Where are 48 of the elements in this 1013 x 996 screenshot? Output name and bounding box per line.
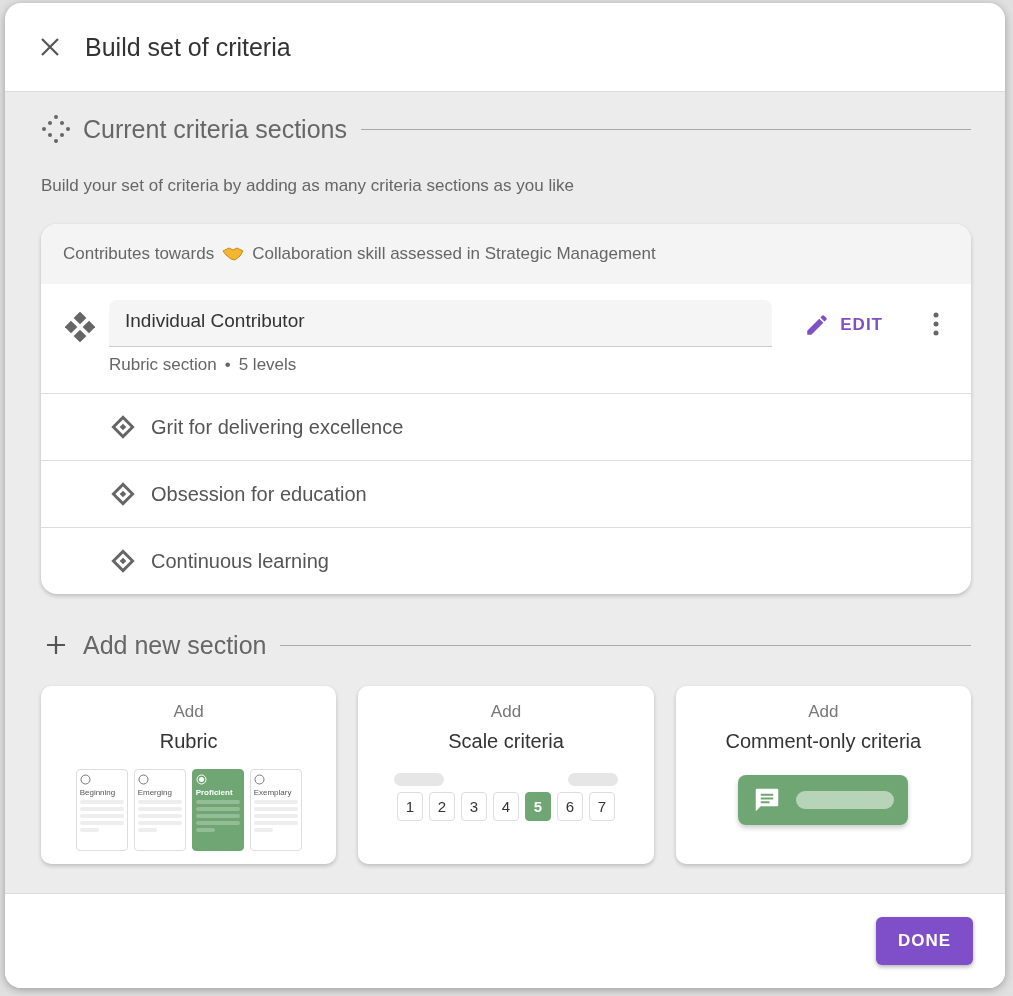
level-label: Beginning (79, 788, 116, 797)
scale-number: 6 (557, 792, 583, 821)
card-prefix: Add (490, 702, 522, 722)
scale-number: 3 (461, 792, 487, 821)
card-prefix: Add (173, 702, 204, 722)
diamond-icon (109, 413, 137, 441)
done-button[interactable]: DONE (875, 917, 973, 965)
separator-dot: • (224, 355, 231, 375)
section-type: Rubric section (109, 355, 217, 375)
scale-number: 7 (589, 792, 615, 821)
add-section-card[interactable]: Add Comment-only criteria (675, 686, 971, 864)
dialog-title: Build set of criteria (85, 32, 291, 62)
card-title: Rubric (159, 730, 218, 753)
levels-count: 5 levels (238, 355, 297, 375)
level-label: Emerging (137, 788, 172, 797)
edit-button[interactable]: EDIT (796, 300, 891, 350)
radio-icon (79, 774, 91, 785)
criterion-label: Obsession for education (151, 482, 367, 506)
section-heading: Current criteria sections (83, 114, 347, 144)
add-section-card[interactable]: Add Scale criteria 1 2 3 4 5 6 7 (358, 686, 654, 864)
criterion-label: Grit for delivering excellence (151, 415, 404, 439)
card-title: Scale criteria (448, 730, 564, 753)
skill-text: Collaboration skill assessed in Strategic Management (252, 244, 656, 264)
diamond-icon (109, 480, 137, 508)
placeholder-bar (394, 773, 444, 786)
section-name-field[interactable]: Individual Contributor (109, 300, 773, 347)
dotted-diamond-icon (41, 114, 71, 144)
criterion-label: Continuous learning (151, 549, 329, 573)
add-section-card[interactable]: Add Rubric Beginning Emerging Proficient Exemplary (41, 686, 337, 864)
radio-icon (253, 774, 265, 785)
placeholder-bar (568, 773, 618, 786)
scale-number: 1 (397, 792, 423, 821)
contributes-label: Contributes towards (63, 244, 215, 264)
scale-number: 5 (525, 792, 551, 821)
radio-icon (137, 774, 149, 785)
card-prefix: Add (808, 702, 839, 722)
diamonds-icon (65, 312, 95, 342)
level-label: Proficient (195, 788, 233, 797)
section-heading: Add new section (83, 630, 267, 660)
close-icon (39, 36, 61, 58)
section-description: Build your set of criteria by adding as many criteria sections as you like (41, 176, 575, 196)
radio-icon (195, 774, 207, 785)
diamond-icon (109, 547, 137, 575)
scale-number: 2 (429, 792, 455, 821)
card-title: Comment-only criteria (725, 730, 922, 753)
more-vertical-icon (933, 312, 939, 336)
scale-number: 4 (493, 792, 519, 821)
level-label: Exemplary (253, 788, 292, 797)
